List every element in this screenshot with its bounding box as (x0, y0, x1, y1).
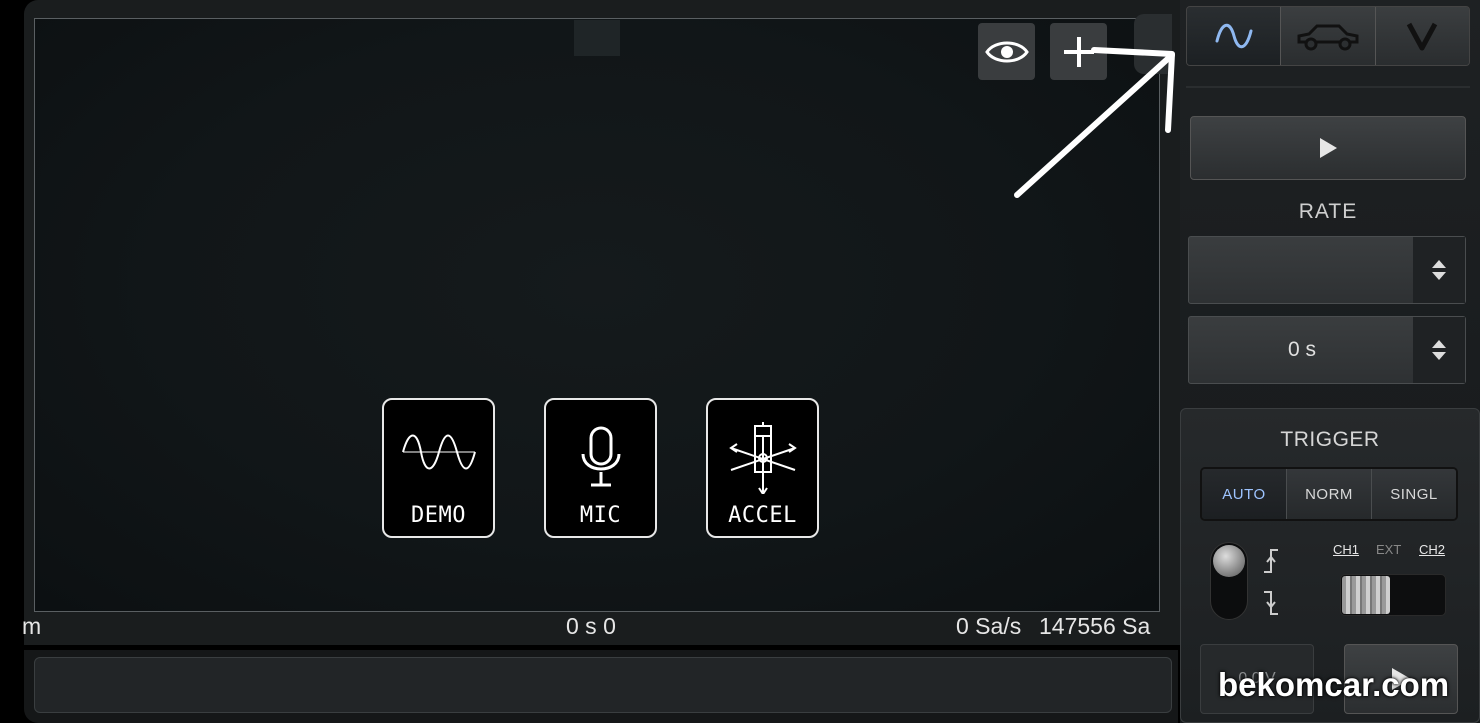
panel-divider (1186, 86, 1470, 88)
mode-tabs (1186, 6, 1470, 66)
microphone-icon (581, 426, 620, 487)
status-sample-count: 147556 Sa (1039, 613, 1151, 639)
tab-waveform[interactable] (1187, 7, 1282, 65)
bottom-scroll-track[interactable] (34, 657, 1172, 713)
status-left-fragment: m (22, 613, 42, 639)
timebase-value: 0 s (1287, 338, 1316, 361)
eye-icon (984, 41, 1029, 62)
timebase-stepper[interactable] (1413, 317, 1465, 383)
plus-icon (1063, 36, 1094, 67)
trigger-mode-group: AUTO NORM SINGL (1200, 467, 1458, 521)
panel-edge-handle[interactable] (1134, 14, 1172, 74)
trigger-source-ext-label[interactable]: EXT (1376, 542, 1401, 557)
trigger-source-ch1-label[interactable]: CH1 (1333, 542, 1359, 557)
screen-top-handle[interactable] (574, 20, 620, 56)
trigger-source-slider-thumb[interactable] (1342, 576, 1390, 614)
rate-label: RATE (1298, 200, 1358, 223)
watermark: bekomcar.com (1218, 666, 1450, 703)
status-time-offset: 0 s 0 (566, 613, 616, 639)
tab-vehicle[interactable] (1281, 7, 1376, 65)
up-down-arrows-icon (1432, 260, 1446, 280)
up-down-arrows-icon (1432, 340, 1446, 360)
rising-edge-icon (1264, 549, 1278, 573)
rate-stepper[interactable] (1413, 237, 1465, 303)
mic-source-button[interactable]: MIC (544, 398, 657, 538)
demo-source-button[interactable]: DEMO (382, 398, 495, 538)
trigger-slope-knob[interactable] (1213, 545, 1245, 577)
status-sample-rate: 0 Sa/s (956, 613, 1022, 639)
rate-spinner[interactable] (1188, 236, 1466, 304)
accelerometer-icon (728, 422, 797, 494)
trigger-source-ch2-label[interactable]: CH2 (1419, 542, 1445, 557)
waveform-icon (1215, 23, 1253, 49)
visibility-button[interactable] (978, 23, 1035, 80)
car-icon (1297, 24, 1359, 51)
trigger-label: TRIGGER (1280, 428, 1380, 451)
accel-source-button[interactable]: ACCEL (706, 398, 819, 538)
rate-value (1189, 237, 1415, 303)
trigger-mode-auto[interactable]: AUTO (1202, 469, 1287, 519)
run-button[interactable] (1190, 116, 1466, 180)
trigger-mode-norm[interactable]: NORM (1287, 469, 1372, 519)
trigger-mode-single[interactable]: SINGL (1372, 469, 1456, 519)
accel-label: ACCEL (728, 503, 797, 528)
tab-voltage[interactable] (1375, 7, 1469, 65)
mic-label: MIC (579, 503, 622, 528)
play-icon (1320, 138, 1337, 158)
sine-wave-icon (401, 434, 476, 470)
falling-edge-icon (1264, 591, 1278, 615)
demo-label: DEMO (411, 503, 466, 528)
v-icon (1407, 22, 1438, 51)
timebase-spinner[interactable]: 0 s (1188, 316, 1466, 384)
add-channel-button[interactable] (1050, 23, 1107, 80)
